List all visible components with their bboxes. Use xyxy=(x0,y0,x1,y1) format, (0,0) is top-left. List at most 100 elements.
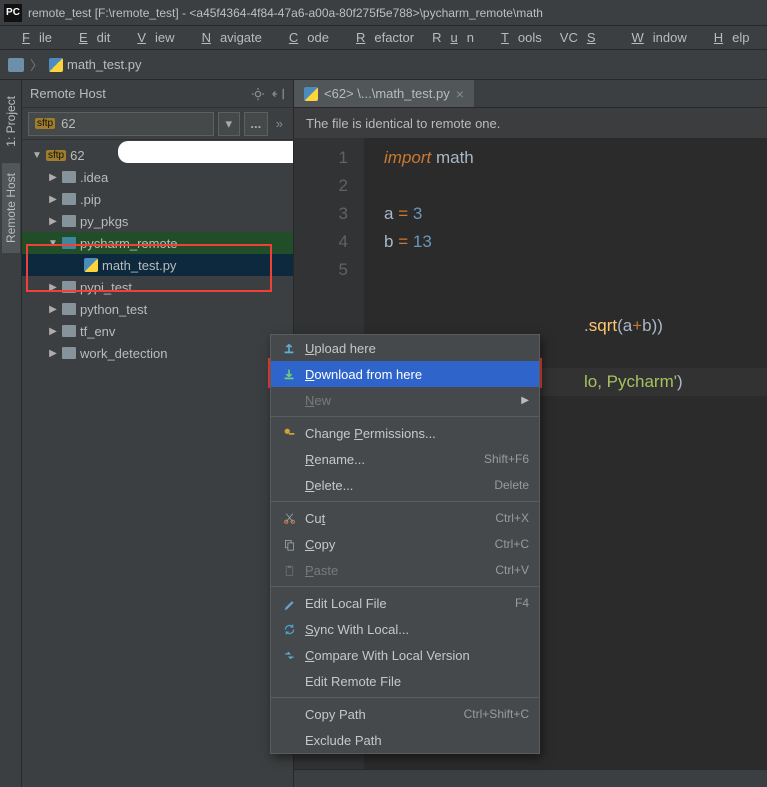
menu-separator xyxy=(271,586,539,587)
context-cut[interactable]: Cut Ctrl+X xyxy=(271,505,539,531)
context-change-permissions[interactable]: Change Permissions... xyxy=(271,420,539,446)
chevron-right-icon: ▶ xyxy=(521,395,529,406)
title-bar: PC remote_test [F:\remote_test] - <a45f4… xyxy=(0,0,767,26)
folder-icon xyxy=(62,303,76,315)
context-copy-path[interactable]: Copy Path Ctrl+Shift+C xyxy=(271,701,539,727)
context-copy[interactable]: Copy Ctrl+C xyxy=(271,531,539,557)
paste-icon xyxy=(281,562,297,578)
folder-icon xyxy=(62,193,76,205)
menu-navigate[interactable]: Navigate xyxy=(184,27,271,48)
tree-item-pip[interactable]: ▶ .pip xyxy=(22,188,293,210)
host-ellipsis-button[interactable]: ... xyxy=(244,112,268,136)
context-compare-with-local[interactable]: Compare With Local Version xyxy=(271,642,539,668)
panel-header: Remote Host xyxy=(22,80,293,108)
permissions-icon xyxy=(281,425,297,441)
menu-separator xyxy=(271,416,539,417)
menu-separator xyxy=(271,501,539,502)
chevron-right-icon: ▶ xyxy=(48,172,58,183)
menu-refactor[interactable]: Refactor xyxy=(338,27,423,48)
menu-help[interactable]: Help xyxy=(696,27,759,48)
editor-tab-bar: <62> \...\math_test.py × xyxy=(294,80,767,108)
breadcrumb: 〉 math_test.py xyxy=(0,50,767,80)
collapse-icon[interactable] xyxy=(271,87,285,101)
remote-tree: ▼ sftp 62 ▶ .idea ▶ .pip ▶ py_pkgs ▼ xyxy=(22,140,293,787)
app-logo: PC xyxy=(4,4,22,22)
sftp-badge-icon: sftp xyxy=(46,150,66,161)
sftp-badge-icon: sftp xyxy=(35,118,55,129)
panel-more-icon[interactable]: » xyxy=(272,116,287,131)
close-icon[interactable]: × xyxy=(456,86,464,102)
download-icon xyxy=(281,366,297,382)
window-title: remote_test [F:\remote_test] - <a45f4364… xyxy=(28,6,543,20)
breadcrumb-separator-icon: 〉 xyxy=(30,55,43,74)
copy-icon xyxy=(281,536,297,552)
compare-icon xyxy=(281,647,297,663)
file-sync-notice: The file is identical to remote one. xyxy=(294,108,767,138)
sync-icon xyxy=(281,621,297,637)
breadcrumb-file[interactable]: math_test.py xyxy=(49,57,141,72)
menu-edit[interactable]: Edit xyxy=(61,27,119,48)
tree-item-pypi-test[interactable]: ▶ pypi_test xyxy=(22,276,293,298)
tree-item-python-test[interactable]: ▶ python_test xyxy=(22,298,293,320)
chevron-right-icon: ▶ xyxy=(48,304,58,315)
panel-title: Remote Host xyxy=(30,86,106,101)
context-rename[interactable]: Rename... Shift+F6 xyxy=(271,446,539,472)
context-download-from-here[interactable]: Download from here xyxy=(271,361,539,387)
tree-item-pycharm-remote[interactable]: ▼ pycharm_remote xyxy=(22,232,293,254)
tree-item-work-detection[interactable]: ▶ work_detection xyxy=(22,342,293,364)
panel-toolbar: sftp 62 ▾ ... » xyxy=(22,108,293,140)
menu-code[interactable]: Code xyxy=(271,27,338,48)
folder-icon xyxy=(62,325,76,337)
tree-root-label: 62 xyxy=(70,148,84,163)
folder-icon xyxy=(62,347,76,359)
gear-icon[interactable] xyxy=(251,87,265,101)
editor-tab-math-test[interactable]: <62> \...\math_test.py × xyxy=(294,80,474,107)
menu-file[interactable]: File xyxy=(4,27,61,48)
host-select-dropdown-icon[interactable]: ▾ xyxy=(218,112,240,136)
chevron-right-icon: ▶ xyxy=(48,216,58,227)
context-upload-here[interactable]: Upload here xyxy=(271,335,539,361)
chevron-right-icon: ▶ xyxy=(48,348,58,359)
file-sync-notice-text: The file is identical to remote one. xyxy=(306,116,500,131)
chevron-down-icon: ▼ xyxy=(32,150,42,161)
context-delete[interactable]: Delete... Delete xyxy=(271,472,539,498)
breadcrumb-file-label: math_test.py xyxy=(67,57,141,72)
chevron-right-icon: ▶ xyxy=(48,282,58,293)
chevron-right-icon: ▶ xyxy=(48,326,58,337)
editor-tab-label: <62> \...\math_test.py xyxy=(324,86,450,101)
python-file-icon xyxy=(49,58,63,72)
menu-tools[interactable]: Tools xyxy=(483,27,551,48)
context-exclude-path[interactable]: Exclude Path xyxy=(271,727,539,753)
context-paste[interactable]: Paste Ctrl+V xyxy=(271,557,539,583)
context-edit-local-file[interactable]: Edit Local File F4 xyxy=(271,590,539,616)
project-folder-icon[interactable] xyxy=(8,58,24,72)
context-sync-with-local[interactable]: Sync With Local... xyxy=(271,616,539,642)
tool-tab-remote-host[interactable]: Remote Host xyxy=(2,163,20,253)
tree-item-py-pkgs[interactable]: ▶ py_pkgs xyxy=(22,210,293,232)
menu-vcs[interactable]: VCS xyxy=(551,27,614,48)
folder-icon xyxy=(62,215,76,227)
host-select[interactable]: sftp 62 xyxy=(28,112,214,136)
menu-window[interactable]: Window xyxy=(614,27,696,48)
context-menu: Upload here Download from here New ▶ Cha… xyxy=(270,334,540,754)
context-new[interactable]: New ▶ xyxy=(271,387,539,413)
python-file-icon xyxy=(84,258,98,272)
context-edit-remote-file[interactable]: Edit Remote File xyxy=(271,668,539,694)
editor-footer xyxy=(294,769,767,787)
menu-view[interactable]: View xyxy=(119,27,183,48)
host-select-value: 62 xyxy=(61,116,75,131)
chevron-right-icon: ▶ xyxy=(48,194,58,205)
cut-icon xyxy=(281,510,297,526)
remote-host-panel: Remote Host sftp 62 ▾ ... » ▼ s xyxy=(22,80,294,787)
menu-run[interactable]: Run xyxy=(423,27,483,48)
folder-icon xyxy=(62,281,76,293)
folder-icon xyxy=(62,171,76,183)
tree-item-math-test-py[interactable]: math_test.py xyxy=(22,254,293,276)
tree-item-tf-env[interactable]: ▶ tf_env xyxy=(22,320,293,342)
folder-open-icon xyxy=(62,237,76,249)
edit-icon xyxy=(281,595,297,611)
tree-item-idea[interactable]: ▶ .idea xyxy=(22,166,293,188)
upload-icon xyxy=(281,340,297,356)
tool-tab-project[interactable]: 1: Project xyxy=(2,86,20,157)
redaction-box xyxy=(118,141,293,163)
